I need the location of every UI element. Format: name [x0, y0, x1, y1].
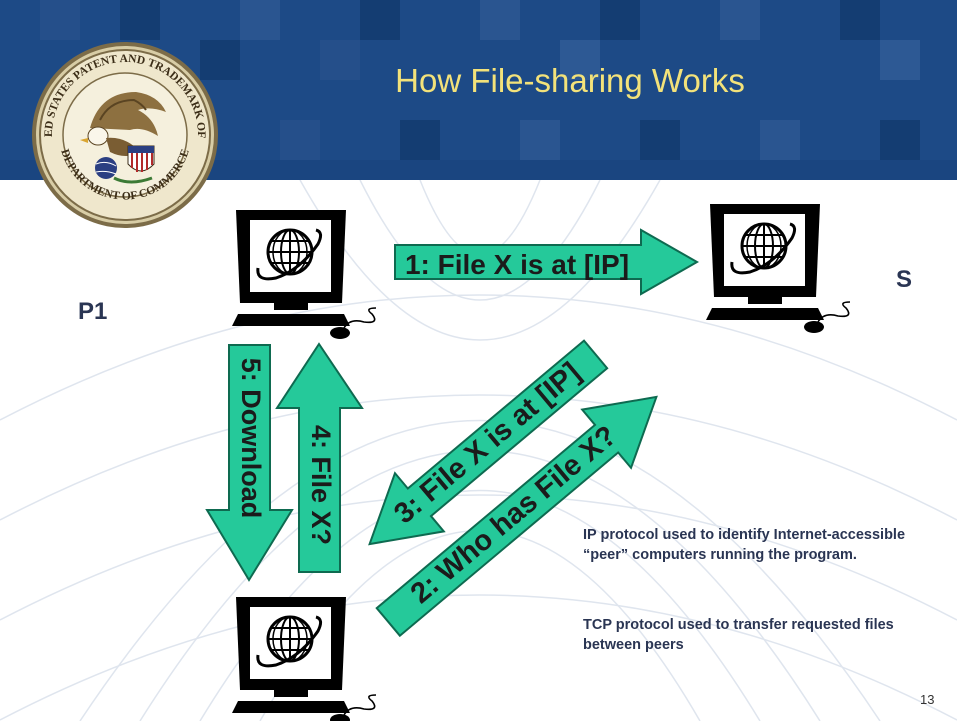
arrow-5-label: 5: Download: [236, 358, 266, 519]
node-label-p1: P1: [78, 298, 108, 325]
arrow-1-label: 1: File X is at [IP]: [405, 249, 629, 280]
arrow-4-label: 4: File X?: [306, 425, 336, 545]
arrow-5: 5: Download: [205, 344, 294, 582]
p2-computer-icon: [230, 595, 378, 721]
page-number: 13: [920, 692, 935, 707]
file-sharing-diagram: 1: File X is at [IP] 5: Download 4: File…: [205, 202, 852, 721]
arrow-2-label: 2: Who has File X?: [405, 420, 623, 610]
s-computer-icon: [704, 202, 852, 335]
slide: How File-sharing Works UNITED STATES PAT…: [0, 0, 957, 721]
note-tcp-protocol: TCP protocol used to transfer requested …: [583, 617, 894, 653]
node-label-s: S: [896, 266, 913, 293]
arrow-1: 1: File X is at [IP]: [394, 228, 700, 296]
p1-computer-icon: [230, 208, 378, 341]
arrow-4: 4: File X?: [275, 342, 364, 573]
note-ip-protocol: IP protocol used to identify Internet-ac…: [583, 527, 906, 563]
